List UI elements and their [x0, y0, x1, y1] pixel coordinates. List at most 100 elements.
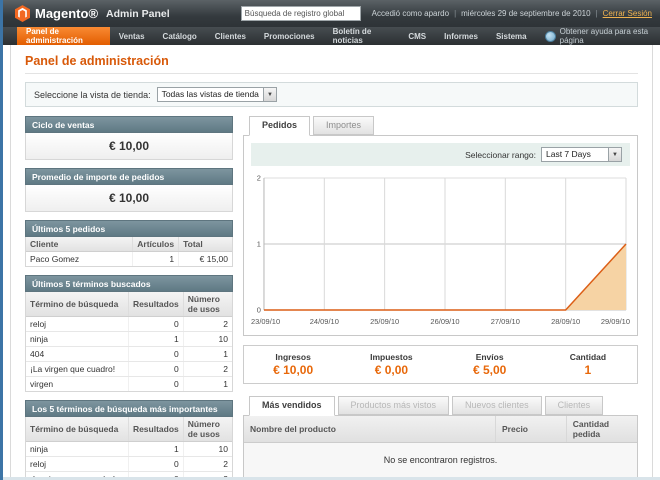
nav-item-system[interactable]: Sistema: [487, 27, 536, 45]
column-header: Artículos: [133, 237, 179, 252]
table-cell: ninja: [26, 442, 128, 457]
magento-admin-page: Magento® Admin Panel Accedió como apardo…: [0, 0, 660, 480]
tab-most-viewed[interactable]: Productos más vistos: [338, 396, 450, 415]
table-row[interactable]: ¡La virgen que cuadro! 0 2: [26, 362, 232, 377]
column-header: Término de búsqueda: [26, 292, 128, 317]
table-cell: 1: [183, 347, 232, 362]
tab-bestsellers[interactable]: Más vendidos: [249, 396, 335, 416]
column-header: Precio: [496, 416, 567, 443]
svg-text:26/09/10: 26/09/10: [430, 317, 459, 326]
chart-panel: Seleccionar rango: Last 7 Days ▼ 01223/0…: [243, 135, 638, 336]
table-cell: € 15,00: [179, 252, 232, 267]
tab-customers[interactable]: Clientes: [545, 396, 604, 415]
table-row[interactable]: ninja 1 10: [26, 332, 232, 347]
column-header: Número de usos: [183, 292, 232, 317]
current-date: miércoles 29 de septiembre de 2010: [461, 9, 590, 18]
logout-link[interactable]: Cerrar Sesión: [603, 9, 652, 18]
widget-title: Ciclo de ventas: [25, 116, 233, 133]
table-cell: 2: [183, 362, 232, 377]
sales-cycle-value: € 10,00: [25, 133, 233, 160]
store-switcher-label: Seleccione la vista de tienda:: [34, 90, 151, 100]
chart-tabs: Pedidos Importes: [243, 116, 638, 135]
last-search-terms-widget: Últimos 5 términos buscados Término de b…: [25, 275, 233, 392]
nav-item-cms[interactable]: CMS: [399, 27, 435, 45]
table-cell: ninja: [26, 332, 128, 347]
nav-item-reports[interactable]: Informes: [435, 27, 487, 45]
stat-label: Impuestos: [342, 352, 440, 362]
last-search-terms-table: Término de búsqueda Resultados Número de…: [26, 292, 232, 391]
svg-text:25/09/10: 25/09/10: [370, 317, 399, 326]
average-order-value: € 10,00: [25, 185, 233, 212]
table-cell: 0: [128, 347, 183, 362]
stat-label: Cantidad: [539, 352, 637, 362]
help-label: Obtener ayuda para esta página: [560, 27, 650, 45]
top-search-terms-table: Término de búsqueda Resultados Número de…: [26, 417, 232, 480]
range-select[interactable]: Last 7 Days ▼: [541, 147, 622, 162]
global-search-input[interactable]: [241, 6, 361, 21]
widget-title: Promedio de importe de pedidos: [25, 168, 233, 185]
page-title: Panel de administración: [25, 54, 638, 74]
column-header: Cantidad pedida: [566, 416, 637, 443]
table-cell: 10: [183, 332, 232, 347]
svg-text:1: 1: [257, 239, 261, 248]
stat-value: € 0,00: [342, 363, 440, 377]
sales-cycle-widget: Ciclo de ventas € 10,00: [25, 116, 233, 160]
table-cell: reloj: [26, 457, 128, 472]
svg-text:29/09/10: 29/09/10: [601, 317, 630, 326]
svg-text:23/09/10: 23/09/10: [251, 317, 280, 326]
store-view-select[interactable]: Todas las vistas de tienda ▼: [157, 87, 277, 102]
range-toolbar: Seleccionar rango: Last 7 Days ▼: [251, 143, 630, 166]
tab-amounts[interactable]: Importes: [313, 116, 374, 135]
help-globe-icon: [545, 31, 556, 42]
grid-tabs: Más vendidos Productos más vistos Nuevos…: [243, 396, 638, 415]
column-header: Total: [179, 237, 232, 252]
table-cell: 1: [128, 442, 183, 457]
table-row[interactable]: ninja 1 10: [26, 442, 232, 457]
column-header: Nombre del producto: [244, 416, 496, 443]
stat-label: Envíos: [441, 352, 539, 362]
nav-item-dashboard[interactable]: Panel de administración: [17, 27, 110, 45]
bestsellers-grid: Nombre del producto Precio Cantidad pedi…: [243, 415, 638, 478]
table-cell: 0: [128, 377, 183, 392]
stat-tax: Impuestos € 0,00: [342, 352, 440, 377]
last-orders-table: Cliente Artículos Total Paco Gomez 1 € 1…: [26, 237, 232, 266]
table-cell: 2: [183, 457, 232, 472]
help-link[interactable]: Obtener ayuda para esta página: [536, 27, 660, 45]
nav-item-sales[interactable]: Ventas: [110, 27, 154, 45]
tab-new-customers[interactable]: Nuevos clientes: [452, 396, 542, 415]
magento-logo-icon: [15, 5, 30, 22]
stat-revenue: Ingresos € 10,00: [244, 352, 342, 377]
table-cell: 1: [183, 377, 232, 392]
separator: |: [596, 9, 598, 18]
orders-chart: 01223/09/1024/09/1025/09/1026/09/1027/09…: [251, 170, 630, 328]
bestsellers-table: Nombre del producto Precio Cantidad pedi…: [244, 416, 637, 443]
widget-title: Últimos 5 términos buscados: [25, 275, 233, 292]
stat-shipping: Envíos € 5,00: [441, 352, 539, 377]
totals-bar: Ingresos € 10,00 Impuestos € 0,00 Envíos…: [243, 345, 638, 384]
table-row[interactable]: 404 0 1: [26, 347, 232, 362]
main-nav: Panel de administración Ventas Catálogo …: [3, 27, 660, 45]
nav-item-catalog[interactable]: Catálogo: [154, 27, 206, 45]
nav-item-customers[interactable]: Clientes: [206, 27, 255, 45]
magento-logo: Magento® Admin Panel: [15, 5, 170, 22]
top-search-terms-widget: Los 5 términos de búsqueda más important…: [25, 400, 233, 480]
empty-records-message: No se encontraron registros.: [244, 443, 637, 477]
stat-value: € 10,00: [244, 363, 342, 377]
dashboard-right-column: Pedidos Importes Seleccionar rango: Last…: [243, 116, 638, 478]
range-label: Seleccionar rango:: [465, 150, 536, 160]
column-header: Número de usos: [183, 417, 232, 442]
last-orders-widget: Últimos 5 pedidos Cliente Artículos Tota…: [25, 220, 233, 267]
table-row[interactable]: Paco Gomez 1 € 15,00: [26, 252, 232, 267]
chevron-down-icon: ▼: [263, 88, 276, 101]
nav-item-newsletter[interactable]: Boletín de noticias: [324, 27, 400, 45]
header-right: Accedió como apardo | miércoles 29 de se…: [241, 6, 652, 21]
table-cell: virgen: [26, 377, 128, 392]
table-row[interactable]: reloj 0 2: [26, 317, 232, 332]
widget-title: Últimos 5 pedidos: [25, 220, 233, 237]
table-row[interactable]: reloj 0 2: [26, 457, 232, 472]
tab-orders[interactable]: Pedidos: [249, 116, 310, 136]
nav-item-promotions[interactable]: Promociones: [255, 27, 324, 45]
svg-text:2: 2: [257, 173, 261, 182]
separator: |: [454, 9, 456, 18]
table-row[interactable]: virgen 0 1: [26, 377, 232, 392]
